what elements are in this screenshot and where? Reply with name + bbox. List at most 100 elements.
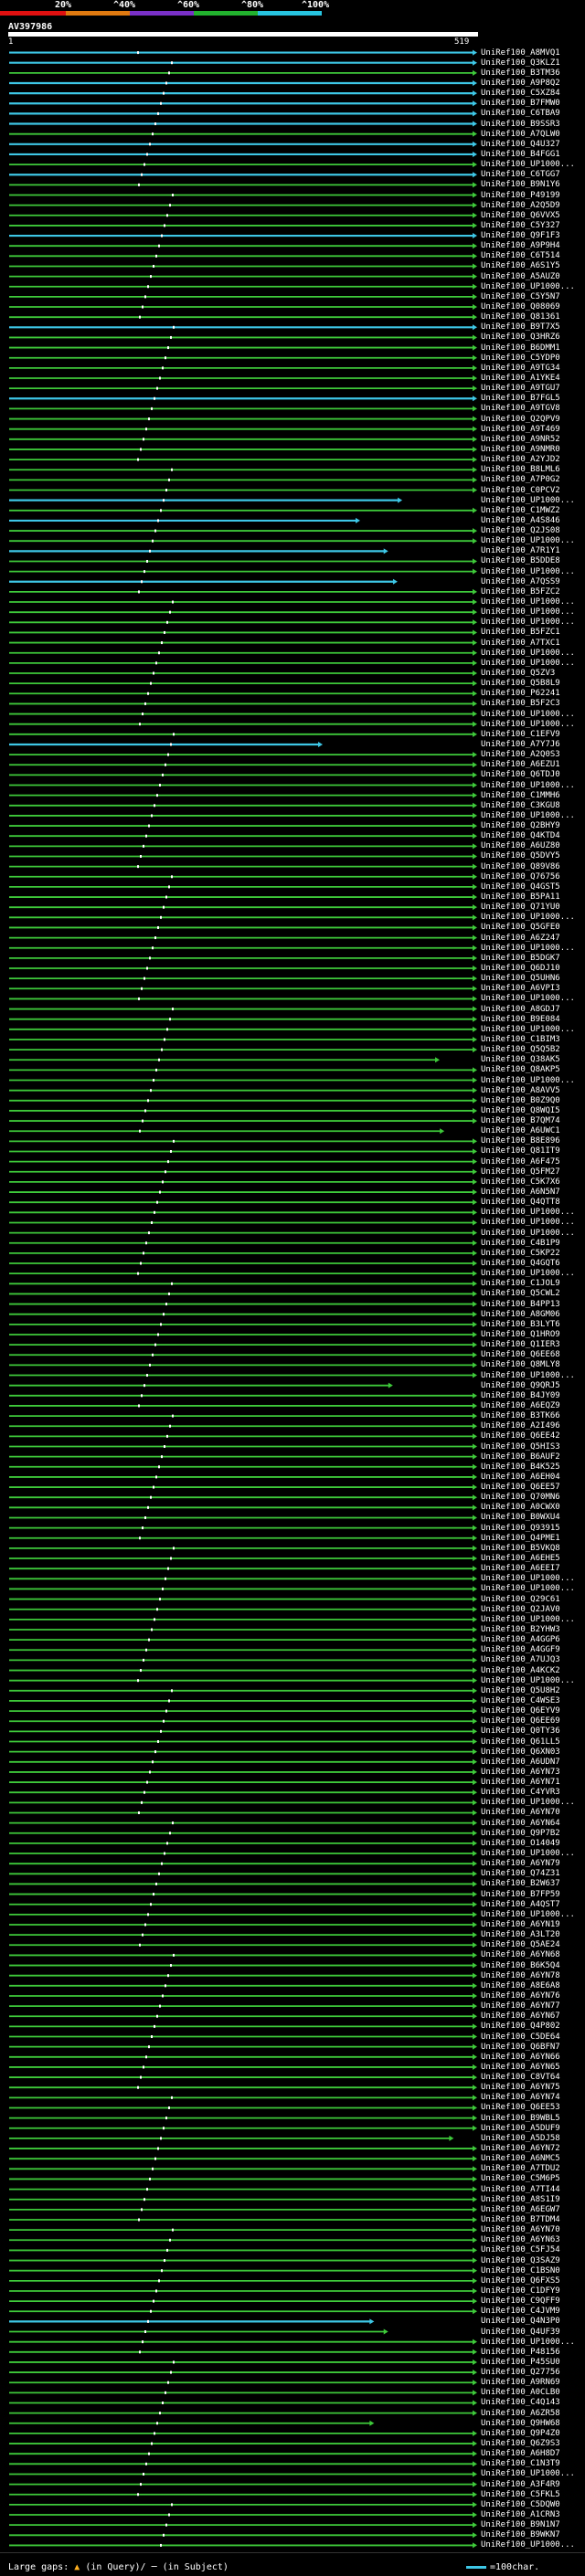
hit-label[interactable]: UniRef100_Q08069 xyxy=(481,302,560,311)
hit-label[interactable]: UniRef100_Q6EE68 xyxy=(481,1350,560,1359)
hit-label[interactable]: UniRef100_Q61LL5 xyxy=(481,1737,560,1747)
hit-label[interactable]: UniRef100_A7UJQ3 xyxy=(481,1655,560,1664)
hit-label[interactable]: UniRef100_Q4N3P0 xyxy=(481,2317,560,2326)
hit-label[interactable]: UniRef100_Q93915 xyxy=(481,1524,560,1533)
hit-label[interactable]: UniRef100_A6YN68 xyxy=(481,1950,560,1959)
hit-label[interactable]: UniRef100_UP1000... xyxy=(481,994,575,1003)
hit-label[interactable]: UniRef100_A6YN73 xyxy=(481,1768,560,1777)
hit-label[interactable]: UniRef100_UP1000... xyxy=(481,659,575,668)
hit-label[interactable]: UniRef100_A5AUZ0 xyxy=(481,272,560,281)
hit-label[interactable]: UniRef100_UP1000... xyxy=(481,1025,575,1034)
hit-label[interactable]: UniRef100_UP1000... xyxy=(481,2540,575,2550)
hit-label[interactable]: UniRef100_A6VPI3 xyxy=(481,984,560,993)
hit-label[interactable]: UniRef100_B5F2C3 xyxy=(481,699,560,708)
hit-label[interactable]: UniRef100_C5DQW0 xyxy=(481,2500,560,2509)
hit-label[interactable]: UniRef100_UP1000... xyxy=(481,597,575,607)
hit-label[interactable]: UniRef100_B6K5Q4 xyxy=(481,1961,560,1970)
hit-label[interactable]: UniRef100_A3F4R9 xyxy=(481,2480,560,2489)
hit-label[interactable]: UniRef100_A9RN69 xyxy=(481,2378,560,2387)
hit-label[interactable]: UniRef100_B5FZC1 xyxy=(481,628,560,637)
hit-label[interactable]: UniRef100_A6F475 xyxy=(481,1157,560,1167)
hit-label[interactable]: UniRef100_A4S846 xyxy=(481,516,560,525)
hit-label[interactable]: UniRef100_C5Y327 xyxy=(481,221,560,230)
hit-label[interactable]: UniRef100_Q5CWL2 xyxy=(481,1289,560,1298)
hit-label[interactable]: UniRef100_C5XZ84 xyxy=(481,89,560,98)
hit-label[interactable]: UniRef100_A6YN71 xyxy=(481,1778,560,1787)
hit-label[interactable]: UniRef100_B7FMW0 xyxy=(481,99,560,108)
hit-label[interactable]: UniRef100_UP1000... xyxy=(481,496,575,505)
hit-label[interactable]: UniRef100_B4K525 xyxy=(481,1462,560,1472)
hit-label[interactable]: UniRef100_Q29C61 xyxy=(481,1595,560,1604)
hit-label[interactable]: UniRef100_Q6EE69 xyxy=(481,1716,560,1726)
hit-label[interactable]: UniRef100_A9TGU7 xyxy=(481,384,560,393)
hit-label[interactable]: UniRef100_UP1000... xyxy=(481,1208,575,1217)
hit-label[interactable]: UniRef100_Q5GFE0 xyxy=(481,923,560,932)
hit-label[interactable]: UniRef100_A6UDN7 xyxy=(481,1758,560,1767)
hit-label[interactable]: UniRef100_Q70MN6 xyxy=(481,1493,560,1502)
hit-label[interactable]: UniRef100_A2Q0S3 xyxy=(481,750,560,759)
hit-label[interactable]: UniRef100_A6ZR58 xyxy=(481,2409,560,2418)
hit-label[interactable]: UniRef100_Q76756 xyxy=(481,872,560,882)
hit-label[interactable]: UniRef100_UP1000... xyxy=(481,2338,575,2347)
hit-label[interactable]: UniRef100_UP1000... xyxy=(481,607,575,617)
hit-label[interactable]: UniRef100_C0PCV2 xyxy=(481,486,560,495)
hit-label[interactable]: UniRef100_P48156 xyxy=(481,2348,560,2357)
hit-label[interactable]: UniRef100_A6N5N7 xyxy=(481,1188,560,1197)
hit-label[interactable]: UniRef100_P45SU0 xyxy=(481,2358,560,2367)
hit-label[interactable]: UniRef100_Q3HRZ6 xyxy=(481,333,560,342)
hit-label[interactable]: UniRef100_Q6DJ10 xyxy=(481,964,560,973)
hit-label[interactable]: UniRef100_UP1000... xyxy=(481,1574,575,1583)
hit-label[interactable]: UniRef100_A5DUF9 xyxy=(481,2124,560,2133)
hit-label[interactable]: UniRef100_A9TG34 xyxy=(481,364,560,373)
hit-label[interactable]: UniRef100_A7TXC1 xyxy=(481,639,560,648)
hit-label[interactable]: UniRef100_UP1000... xyxy=(481,1910,575,1919)
hit-label[interactable]: UniRef100_C5YDP0 xyxy=(481,354,560,363)
hit-label[interactable]: UniRef100_A9T469 xyxy=(481,425,560,434)
hit-label[interactable]: UniRef100_C1BSN0 xyxy=(481,2266,560,2275)
hit-label[interactable]: UniRef100_A6YN76 xyxy=(481,1991,560,2001)
hit-label[interactable]: UniRef100_B7QM74 xyxy=(481,1116,560,1125)
hit-label[interactable]: UniRef100_C1DFY9 xyxy=(481,2286,560,2296)
hit-label[interactable]: UniRef100_A2YJD2 xyxy=(481,455,560,464)
hit-label[interactable]: UniRef100_A7TDU2 xyxy=(481,2164,560,2173)
hit-label[interactable]: UniRef100_A8GM06 xyxy=(481,1310,560,1319)
hit-label[interactable]: UniRef100_A6EEI7 xyxy=(481,1564,560,1573)
hit-label[interactable]: UniRef100_UP1000... xyxy=(481,1615,575,1624)
hit-label[interactable]: UniRef100_Q4PME1 xyxy=(481,1534,560,1543)
hit-label[interactable]: UniRef100_P62241 xyxy=(481,689,560,698)
hit-label[interactable]: UniRef100_A6H8D7 xyxy=(481,2449,560,2458)
hit-label[interactable]: UniRef100_UP1000... xyxy=(481,1584,575,1593)
hit-label[interactable]: UniRef100_C5KP22 xyxy=(481,1249,560,1258)
hit-label[interactable]: UniRef100_UP1000... xyxy=(481,536,575,545)
hit-label[interactable]: UniRef100_C6T514 xyxy=(481,251,560,260)
hit-label[interactable]: UniRef100_C5FJ54 xyxy=(481,2245,560,2254)
hit-label[interactable]: UniRef100_A6NMC5 xyxy=(481,2154,560,2163)
hit-label[interactable]: UniRef100_C9QFF9 xyxy=(481,2296,560,2306)
hit-label[interactable]: UniRef100_C4YVR3 xyxy=(481,1788,560,1797)
hit-label[interactable]: UniRef100_B4JY09 xyxy=(481,1391,560,1400)
hit-label[interactable]: UniRef100_C8VT64 xyxy=(481,2073,560,2082)
hit-label[interactable]: UniRef100_Q1IER3 xyxy=(481,1340,560,1349)
hit-label[interactable]: UniRef100_A6YN79 xyxy=(481,1859,560,1868)
hit-label[interactable]: UniRef100_A9NR52 xyxy=(481,435,560,444)
hit-label[interactable]: UniRef100_A7P0G2 xyxy=(481,475,560,484)
hit-label[interactable]: UniRef100_C1BIM3 xyxy=(481,1035,560,1044)
hit-label[interactable]: UniRef100_A6YN66 xyxy=(481,2053,560,2062)
hit-label[interactable]: UniRef100_Q71YU0 xyxy=(481,903,560,912)
hit-label[interactable]: UniRef100_B9SSR3 xyxy=(481,120,560,129)
hit-label[interactable]: UniRef100_Q4KTD4 xyxy=(481,831,560,840)
hit-label[interactable]: UniRef100_A6EHE5 xyxy=(481,1554,560,1563)
hit-label[interactable]: UniRef100_A6EZU1 xyxy=(481,760,560,769)
hit-label[interactable]: UniRef100_Q74Z31 xyxy=(481,1869,560,1878)
hit-label[interactable]: UniRef100_A5DJ58 xyxy=(481,2134,560,2143)
hit-label[interactable]: UniRef100_A6YN64 xyxy=(481,1819,560,1828)
hit-label[interactable]: UniRef100_Q6EE53 xyxy=(481,2103,560,2112)
hit-label[interactable]: UniRef100_Q9F1F3 xyxy=(481,231,560,240)
hit-label[interactable]: UniRef100_A4QST7 xyxy=(481,1900,560,1909)
hit-label[interactable]: UniRef100_Q9HW68 xyxy=(481,2419,560,2428)
hit-label[interactable]: UniRef100_A6UWC1 xyxy=(481,1126,560,1135)
hit-label[interactable]: UniRef100_A4KCK2 xyxy=(481,1666,560,1675)
hit-label[interactable]: UniRef100_Q8AKP5 xyxy=(481,1065,560,1074)
hit-label[interactable]: UniRef100_Q6EE42 xyxy=(481,1431,560,1441)
hit-label[interactable]: UniRef100_A6YN75 xyxy=(481,2083,560,2092)
